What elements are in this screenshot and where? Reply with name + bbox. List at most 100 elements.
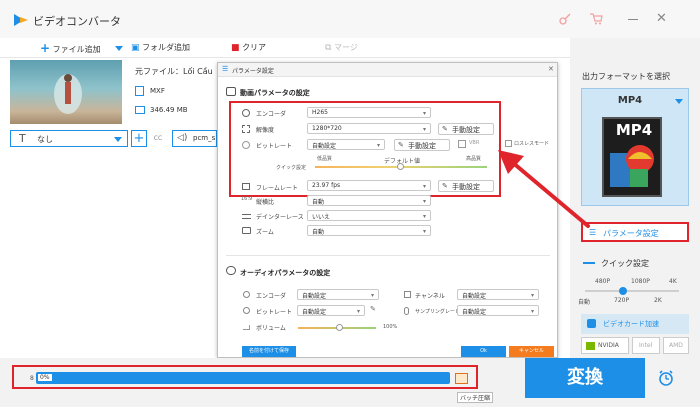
audio-encoder-select[interactable]: 自動設定 ▾	[297, 289, 379, 300]
quick-top-1080: 1080P	[631, 278, 650, 285]
cart-icon[interactable]	[590, 13, 603, 25]
deinterlace-icon	[242, 214, 251, 219]
parameter-settings-label: パラメータ設定	[603, 229, 659, 238]
convert-button[interactable]: 変換	[525, 358, 645, 398]
deinterlace-select[interactable]: いいえ ▾	[307, 210, 431, 221]
plus-icon: +	[40, 41, 51, 55]
source-name: Lối Cầu	[183, 67, 213, 76]
audio-bitrate-label: ビットレート	[256, 309, 293, 316]
quality-slider-handle[interactable]	[619, 287, 627, 295]
chevron-down-icon	[114, 137, 122, 142]
toolbar: + ファイル追加 ▣ フォルダ追加 ■ クリア ⧉ マージ	[0, 38, 570, 58]
progress-text: 0%	[38, 374, 52, 381]
audio-bitrate-pencil-icon[interactable]: ✎	[370, 305, 376, 313]
quick-bottom-auto: 自動	[578, 299, 591, 306]
add-folder-button[interactable]: ▣ フォルダ追加	[131, 42, 190, 53]
audio-encoder-label: エンコーダ	[256, 293, 287, 300]
quick-settings-title: クイック設定	[601, 259, 649, 268]
bottom-bar: 8 0% バッチ圧縮 変換	[0, 358, 700, 407]
video-section-title: 動画パラメータの設定	[240, 89, 310, 97]
intel-label: Intel	[639, 342, 653, 349]
format-icon	[135, 86, 144, 96]
ok-button[interactable]: Ok	[461, 346, 506, 357]
audio-select[interactable]: ◁) pcm_s	[172, 130, 217, 147]
zoom-value: 自動	[312, 229, 325, 236]
channel-select[interactable]: 自動設定 ▾	[457, 289, 539, 300]
batch-compress-icon[interactable]	[455, 373, 468, 384]
volume-value: 100%	[383, 324, 398, 330]
nvidia-badge[interactable]: NVIDIA	[581, 337, 629, 354]
aspect-chevron-icon: ▾	[422, 198, 426, 205]
audio-bitrate-select[interactable]: 自動設定 ▾	[297, 305, 365, 316]
add-subtitle-button[interactable]: +	[131, 130, 147, 147]
add-file-dropdown-icon[interactable]	[115, 46, 123, 51]
subtitle-value: なし	[37, 135, 53, 144]
text-t-icon: T	[19, 132, 26, 145]
aspect-select[interactable]: 自動 ▾	[307, 195, 431, 206]
gpu-chip-icon	[587, 319, 596, 328]
dialog-sliders-icon: ☰	[222, 65, 229, 73]
folder-icon: ▣	[131, 43, 140, 53]
subtitle-select[interactable]: T なし	[10, 130, 128, 147]
volume-slider[interactable]	[298, 324, 376, 331]
intel-badge[interactable]: Intel	[632, 337, 660, 354]
audio-bitrate-value: 自動設定	[302, 309, 327, 316]
format-name: MP4	[617, 95, 643, 106]
add-folder-label: フォルダ追加	[142, 43, 191, 52]
trash-icon: ■	[231, 43, 240, 53]
quick-top-480: 480P	[595, 278, 611, 285]
quality-slider[interactable]	[585, 287, 679, 295]
deinterlace-value: いいえ	[312, 214, 331, 221]
clear-button[interactable]: ■ クリア	[231, 42, 266, 53]
audio-encoder-chevron-icon: ▾	[370, 292, 374, 299]
audio-bitrate-chevron-icon: ▾	[356, 308, 360, 315]
batch-compress-tooltip: バッチ圧縮	[457, 392, 494, 403]
source-prefix: 元ファイル：	[135, 67, 183, 76]
video-section-icon	[226, 87, 236, 96]
mp4-file-icon: MP4	[602, 117, 662, 197]
alarm-clock-icon[interactable]	[658, 370, 674, 386]
speaker-icon: ◁)	[177, 133, 188, 143]
sample-rate-label: サンプリングレート	[415, 309, 460, 315]
amd-badge[interactable]: AMD	[663, 337, 689, 354]
compression-progress-bar[interactable]: 0%	[36, 372, 450, 384]
dialog-close-icon[interactable]: ✕	[548, 65, 554, 73]
audio-value: pcm_s	[193, 134, 216, 142]
save-as-button[interactable]: 名前を付けて保存	[242, 346, 296, 357]
channel-chevron-icon: ▾	[530, 292, 534, 299]
dialog-title-bar: ☰ パラメータ設定 ✕	[218, 63, 557, 77]
gpu-acceleration-row[interactable]: ビデオカード加速	[581, 314, 689, 334]
sample-rate-select[interactable]: 自動設定 ▾	[457, 305, 539, 316]
sample-rate-value: 自動設定	[462, 309, 487, 316]
channel-label: チャンネル	[415, 293, 445, 300]
quick-bottom-2k: 2K	[654, 297, 662, 304]
section-divider	[226, 255, 550, 256]
nvidia-label: NVIDIA	[598, 342, 619, 349]
deinterlace-label: デインターレース	[256, 214, 304, 221]
nvidia-logo-icon	[586, 342, 595, 350]
merge-button[interactable]: ⧉ マージ	[325, 42, 358, 53]
channel-icon	[404, 291, 411, 298]
deinterlace-chevron-icon: ▾	[422, 213, 426, 220]
title-bar: ビデオコンバータ ✕	[0, 0, 700, 38]
quick-settings-icon	[583, 262, 595, 264]
zoom-chevron-icon: ▾	[422, 228, 426, 235]
zoom-label: ズーム	[256, 229, 274, 236]
source-file-label: 元ファイル：Lối Cầu	[135, 66, 213, 77]
minimize-icon[interactable]	[628, 19, 638, 20]
zoom-icon	[242, 227, 251, 234]
dialog-title: パラメータ設定	[232, 68, 274, 75]
file-thumbnail[interactable]	[10, 60, 122, 124]
audio-encoder-value: 自動設定	[302, 293, 327, 300]
output-path-label: 8	[30, 375, 34, 382]
video-params-highlight	[229, 101, 501, 197]
volume-slider-handle[interactable]	[336, 324, 343, 331]
close-icon[interactable]: ✕	[656, 11, 667, 26]
audio-encoder-icon	[243, 291, 250, 298]
cancel-button[interactable]: キャンセル	[509, 346, 554, 357]
cc-icon[interactable]: CC	[151, 131, 165, 146]
zoom-select[interactable]: 自動 ▾	[307, 225, 431, 236]
add-file-button[interactable]: + ファイル追加	[40, 41, 101, 55]
aspect-icon: 16:9	[241, 196, 253, 202]
key-icon[interactable]	[559, 13, 571, 25]
